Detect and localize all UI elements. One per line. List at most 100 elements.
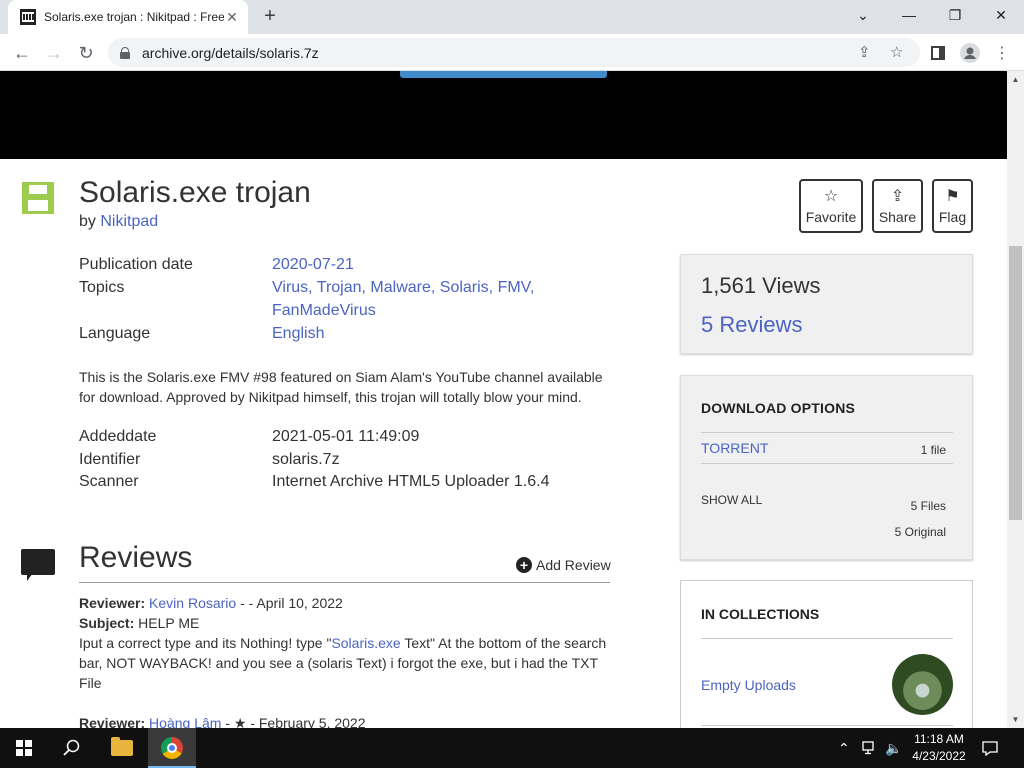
chrome-icon xyxy=(161,737,183,759)
scanner-label: Scanner xyxy=(79,473,139,490)
scroll-down-arrow-icon[interactable]: ▼ xyxy=(1007,711,1024,728)
collections-heading: IN COLLECTIONS xyxy=(701,606,820,622)
review-1-body-a: Iput a correct type and its Nothing! typ… xyxy=(79,635,332,651)
author-link[interactable]: Nikitpad xyxy=(100,213,158,230)
reviewer-label: Reviewer: xyxy=(79,715,146,728)
notifications-icon[interactable] xyxy=(982,728,998,768)
pubdate-value: 2020-07-21 xyxy=(272,253,354,276)
show-all-link[interactable]: SHOW ALL xyxy=(701,493,762,507)
collection-link[interactable]: Empty Uploads xyxy=(701,677,796,693)
file-explorer-button[interactable] xyxy=(98,728,146,768)
identifier-label: Identifier xyxy=(79,451,141,468)
tab-title: Solaris.exe trojan : Nikitpad : Free xyxy=(44,10,224,24)
show-hidden-icons-chevron-icon[interactable]: ⌃ xyxy=(838,728,850,768)
by-label: by xyxy=(79,213,96,230)
download-options-heading: DOWNLOAD OPTIONS xyxy=(701,400,856,416)
forward-arrow-icon[interactable]: → xyxy=(40,39,68,67)
bookmark-star-icon[interactable]: ☆ xyxy=(890,43,903,61)
chrome-taskbar-button[interactable] xyxy=(148,728,196,768)
new-tab-plus-icon[interactable]: + xyxy=(258,5,282,29)
flag-button[interactable]: ⚑ Flag xyxy=(932,179,973,233)
restore-icon[interactable]: ❐ xyxy=(932,0,978,30)
reviews-speech-bubble-icon xyxy=(21,549,55,581)
share-page-icon[interactable]: ⇪ xyxy=(858,43,871,61)
flag-label: Flag xyxy=(938,208,967,225)
reviews-heading: Reviews xyxy=(79,541,193,574)
search-button[interactable] xyxy=(48,728,96,768)
tab-search-chevron-icon[interactable]: ⌄ xyxy=(840,0,886,30)
browser-toolbar: ← → ↻ archive.org/details/solaris.7z ⇪ ☆… xyxy=(0,34,1024,71)
windows-logo-icon xyxy=(16,740,32,756)
reviews-count-link[interactable]: 5 Reviews xyxy=(701,312,802,338)
clock-date: 4/23/2022 xyxy=(912,749,966,763)
collections-box: IN COLLECTIONS Empty Uploads xyxy=(680,580,973,728)
review-1-meta: - - April 10, 2022 xyxy=(236,595,343,611)
lock-icon[interactable] xyxy=(120,46,130,59)
review-1-subject-text: HELP ME xyxy=(138,615,200,631)
files-count[interactable]: 5 Files xyxy=(911,499,946,513)
minimize-icon[interactable]: — xyxy=(886,0,932,30)
start-button[interactable] xyxy=(0,728,48,768)
share-button[interactable]: ⇪ Share xyxy=(872,179,923,233)
tab-close-icon[interactable]: ✕ xyxy=(224,9,240,26)
favorite-button[interactable]: ☆ Favorite xyxy=(799,179,863,233)
torrent-file-count: 1 file xyxy=(920,443,946,457)
window-close-icon[interactable]: ✕ xyxy=(978,0,1024,30)
search-icon xyxy=(63,739,80,756)
review-2-reviewer: Reviewer: Hoàng Lâm - ★ - February 5, 20… xyxy=(79,715,366,728)
page-viewport: Solaris.exe trojan by Nikitpad ☆ Favorit… xyxy=(0,71,1007,728)
network-icon[interactable] xyxy=(862,728,878,768)
tab-strip: Solaris.exe trojan : Nikitpad : Free ✕ +… xyxy=(0,0,1024,34)
byline: by Nikitpad xyxy=(79,213,158,231)
theater-blue-bar xyxy=(400,71,607,78)
reviewer-link[interactable]: Kevin Rosario xyxy=(149,595,236,611)
browser-tab[interactable]: Solaris.exe trojan : Nikitpad : Free ✕ xyxy=(8,0,248,34)
item-title: Solaris.exe trojan xyxy=(79,176,311,209)
flag-icon: ⚑ xyxy=(945,187,960,205)
folder-icon xyxy=(111,737,133,756)
reviewer-link[interactable]: Hoàng Lâm xyxy=(149,715,221,728)
clock-time: 11:18 AM xyxy=(914,732,964,746)
page-scrollbar[interactable]: ▲ ▼ xyxy=(1007,71,1024,728)
pubdate-label: Publication date xyxy=(79,256,193,273)
address-bar[interactable]: archive.org/details/solaris.7z xyxy=(108,38,920,67)
volume-icon[interactable]: 🔈 xyxy=(885,728,902,768)
topics-links-line2[interactable]: FanMadeVirus xyxy=(272,302,376,319)
reload-icon[interactable]: ↻ xyxy=(72,39,100,67)
back-arrow-icon[interactable]: ← xyxy=(8,39,36,67)
topics-label: Topics xyxy=(79,279,125,296)
divider xyxy=(701,725,953,726)
subject-label: Subject: xyxy=(79,615,135,631)
scrollbar-thumb[interactable] xyxy=(1009,246,1022,520)
review-1-reviewer: Reviewer: Kevin Rosario - - April 10, 20… xyxy=(79,595,343,611)
topics-value: Virus, Trojan, Malware, Solaris, FMV, Fa… xyxy=(272,276,534,322)
item-description: This is the Solaris.exe FMV #98 featured… xyxy=(79,369,603,405)
language-link[interactable]: English xyxy=(272,325,324,342)
reviewer-label: Reviewer: xyxy=(79,595,146,611)
addeddate-label: Addeddate xyxy=(79,428,157,445)
scroll-up-arrow-icon[interactable]: ▲ xyxy=(1007,71,1024,88)
review-1-subject: Subject: HELP ME xyxy=(79,615,199,631)
collection-thumbnail[interactable] xyxy=(892,654,953,715)
address-url: archive.org/details/solaris.7z xyxy=(142,44,319,61)
review-1-body: Iput a correct type and its Nothing! typ… xyxy=(79,633,619,693)
torrent-link[interactable]: TORRENT xyxy=(701,440,768,456)
star-icon: ☆ xyxy=(823,187,839,205)
software-floppy-icon xyxy=(22,182,54,214)
review-1-body-link[interactable]: Solaris.exe xyxy=(331,635,400,651)
more-menu-icon[interactable]: ⋮ xyxy=(990,41,1014,65)
topics-links-line1[interactable]: Virus, Trojan, Malware, Solaris, FMV, xyxy=(272,279,534,296)
pubdate-link[interactable]: 2020-07-21 xyxy=(272,256,354,273)
download-options-box: DOWNLOAD OPTIONS TORRENT 1 file SHOW ALL… xyxy=(680,375,973,560)
profile-avatar-icon[interactable] xyxy=(958,41,982,65)
theater-area xyxy=(0,71,1007,159)
language-label: Language xyxy=(79,325,151,342)
add-review-button[interactable]: + Add Review xyxy=(516,557,611,573)
scanner-value: Internet Archive HTML5 Uploader 1.6.4 xyxy=(272,473,550,490)
taskbar-clock[interactable]: 11:18 AM 4/23/2022 xyxy=(904,731,974,765)
original-count[interactable]: 5 Original xyxy=(895,525,946,539)
addeddate-value: 2021-05-01 11:49:09 xyxy=(272,428,420,445)
side-panel-icon[interactable] xyxy=(926,41,950,65)
divider xyxy=(701,432,953,433)
language-value: English xyxy=(272,322,324,345)
